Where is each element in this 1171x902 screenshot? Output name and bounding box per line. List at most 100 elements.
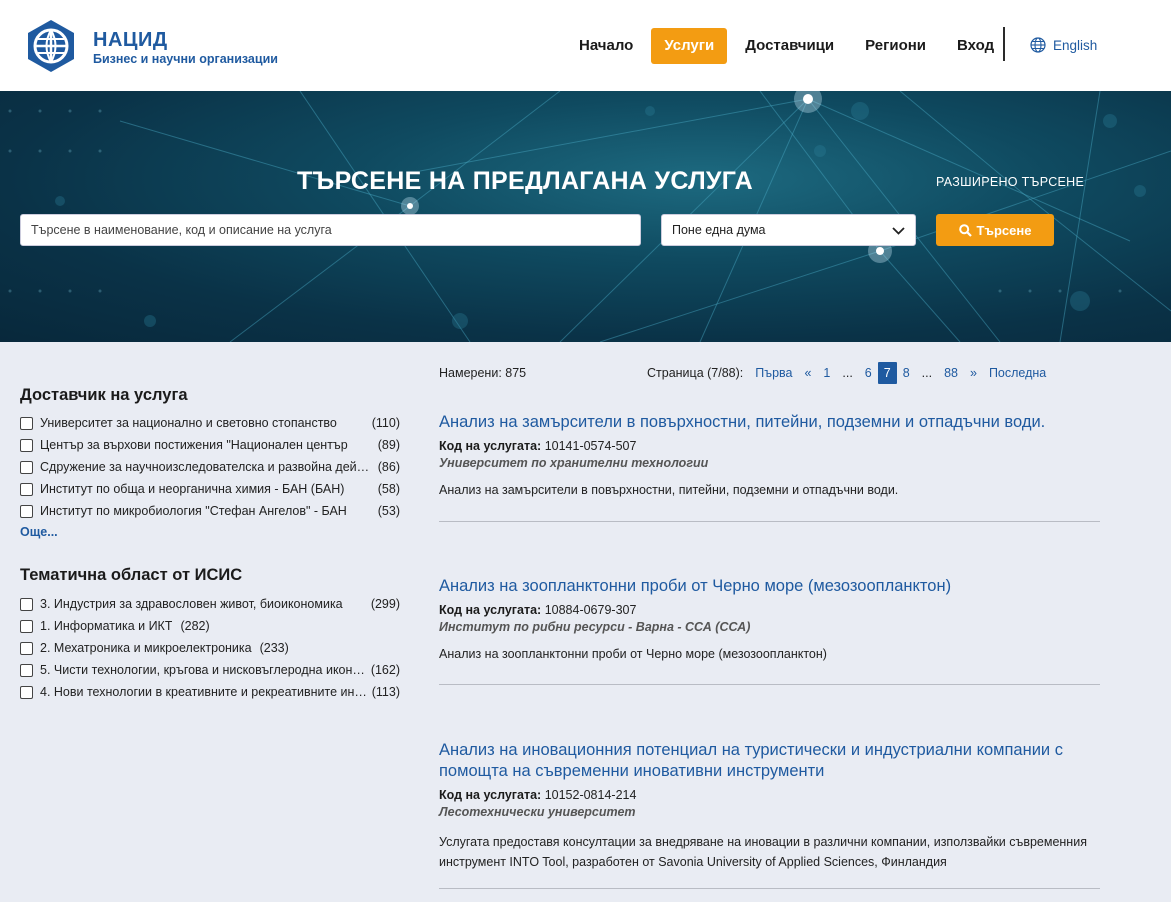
provider-facet-title: Доставчик на услуга xyxy=(20,386,188,404)
result-description: Услугата предоставя консултации за внедр… xyxy=(439,835,1087,869)
brand-subtitle: Бизнес и научни организации xyxy=(93,52,278,66)
result-description: Анализ на зоопланктонни проби от Черно м… xyxy=(439,647,827,661)
checkbox[interactable] xyxy=(20,663,33,677)
area-facet-item[interactable]: 5. Чисти технологии, кръгова и нисковъгл… xyxy=(20,659,400,681)
facet-count: (53) xyxy=(377,504,400,518)
result-divider xyxy=(439,521,1100,522)
facet-count: (282) xyxy=(180,619,210,633)
page-link[interactable]: 1 xyxy=(817,362,836,384)
checkbox[interactable] xyxy=(20,685,33,699)
checkbox[interactable] xyxy=(20,619,33,633)
nav-login[interactable]: Вход xyxy=(944,28,1007,64)
checkbox[interactable] xyxy=(20,438,33,452)
code-value: 10884-0679-307 xyxy=(544,603,637,617)
facet-label: Университет за национално и световно сто… xyxy=(40,416,337,430)
area-facet-item[interactable]: 1. Информатика и ИКТ (282) xyxy=(20,615,400,637)
result-item: Анализ на зоопланктонни проби от Черно м… xyxy=(439,576,1100,664)
page-last-link[interactable]: Последна xyxy=(983,362,1052,384)
result-title-link[interactable]: Анализ на иновационния потенциал на тури… xyxy=(439,740,1100,782)
result-divider xyxy=(439,684,1100,685)
search-input[interactable] xyxy=(20,214,641,246)
area-facet-item[interactable]: 3. Индустрия за здравословен живот, биои… xyxy=(20,593,400,615)
page-current[interactable]: 7 xyxy=(877,362,897,384)
facet-count: (113) xyxy=(371,685,400,699)
result-provider: Университет по хранителни технологии xyxy=(439,456,709,470)
results-count: Намерени: 875 xyxy=(439,366,527,380)
hero-title: ТЪРСЕНЕ НА ПРЕДЛАГАНА УСЛУГА xyxy=(296,167,754,195)
provider-facet-list: Университет за национално и световно сто… xyxy=(20,412,400,522)
checkbox[interactable] xyxy=(20,504,33,518)
search-button[interactable]: Търсене xyxy=(936,214,1054,246)
area-facet-item[interactable]: 2. Мехатроника и микроелектроника (233) xyxy=(20,637,400,659)
facet-label: Сдружение за научноизследователска и раз… xyxy=(40,460,374,474)
facet-count: (299) xyxy=(370,597,400,611)
checkbox[interactable] xyxy=(20,641,33,655)
provider-facet-item[interactable]: Университет за национално и световно сто… xyxy=(20,412,400,434)
result-title-link[interactable]: Анализ на замърсители в повърхностни, пи… xyxy=(439,412,1100,433)
brand-title[interactable]: НАЦИД xyxy=(93,29,168,52)
page-prev-link[interactable]: « xyxy=(798,362,817,384)
search-icon xyxy=(958,223,972,237)
facet-label: 2. Мехатроника и микроелектроника xyxy=(40,641,252,655)
site-header: НАЦИД Бизнес и научни организации Начало… xyxy=(0,0,1171,91)
page-ellipsis: ... xyxy=(842,366,853,380)
advanced-search-link[interactable]: РАЗШИРЕНО ТЪРСЕНЕ xyxy=(936,175,1084,189)
facet-label: 1. Информатика и ИКТ xyxy=(40,619,173,633)
facet-count: (233) xyxy=(259,641,289,655)
facet-count: (58) xyxy=(377,482,400,496)
checkbox[interactable] xyxy=(20,460,33,474)
language-switch[interactable]: English xyxy=(1030,37,1097,53)
match-mode-value: Поне една дума xyxy=(672,223,766,237)
facet-count: (86) xyxy=(377,460,400,474)
code-value: 10141-0574-507 xyxy=(544,439,637,453)
search-hero: ТЪРСЕНЕ НА ПРЕДЛАГАНА УСЛУГА РАЗШИРЕНО Т… xyxy=(0,91,1171,342)
facet-label: Институт по микробиология "Стефан Ангело… xyxy=(40,504,347,518)
page-link[interactable]: 8 xyxy=(897,362,916,384)
code-label: Код на услугата: xyxy=(439,603,542,617)
result-code: Код на услугата: 10884-0679-307 xyxy=(439,603,1100,617)
page-indicator: Страница (7/88): xyxy=(647,366,744,380)
facet-label: 3. Индустрия за здравословен живот, биои… xyxy=(40,597,343,611)
checkbox[interactable] xyxy=(20,597,33,611)
chevron-down-icon xyxy=(892,227,905,235)
nav-divider xyxy=(1003,27,1005,61)
search-button-label: Търсене xyxy=(976,222,1032,238)
area-facet-title: Тематична област от ИСИС xyxy=(20,566,243,584)
facet-count: (162) xyxy=(370,663,400,677)
area-facet-item[interactable]: 4. Нови технологии в креативните и рекре… xyxy=(20,681,400,703)
nav-home[interactable]: Начало xyxy=(566,28,646,64)
page-ellipsis: ... xyxy=(921,366,933,380)
checkbox[interactable] xyxy=(20,482,33,496)
page-link[interactable]: 6 xyxy=(859,362,878,384)
page-link[interactable]: 88 xyxy=(938,362,964,384)
facet-label: Център за върхови постижения "Национален… xyxy=(40,438,348,452)
language-label: English xyxy=(1053,37,1098,53)
facet-label: 4. Нови технологии в креативните и рекре… xyxy=(40,685,368,699)
page-next-link[interactable]: » xyxy=(964,362,983,384)
result-code: Код на услугата: 10141-0574-507 xyxy=(439,439,1100,453)
main-nav: Начало Услуги Доставчици Региони Вход xyxy=(566,28,1012,64)
nav-regions[interactable]: Региони xyxy=(852,28,939,64)
checkbox[interactable] xyxy=(20,416,33,430)
code-value: 10152-0814-214 xyxy=(544,788,637,802)
result-title-link[interactable]: Анализ на зоопланктонни проби от Черно м… xyxy=(439,576,1100,597)
page-first-link[interactable]: Първа xyxy=(749,362,798,384)
result-provider: Лесотехнически университет xyxy=(439,805,636,819)
provider-facet-item[interactable]: Институт по обща и неорганична химия - Б… xyxy=(20,478,400,500)
area-facet-list: 3. Индустрия за здравословен живот, биои… xyxy=(20,593,400,703)
match-mode-select[interactable]: Поне една дума xyxy=(661,214,916,246)
provider-facet-item[interactable]: Институт по микробиология "Стефан Ангело… xyxy=(20,500,400,522)
facet-label: Институт по обща и неорганична химия - Б… xyxy=(40,482,345,496)
result-description: Анализ на замърсители в повърхностни, пи… xyxy=(439,483,899,497)
facet-count: (89) xyxy=(377,438,400,452)
more-providers-link[interactable]: Още... xyxy=(20,525,58,539)
provider-facet-item[interactable]: Център за върхови постижения "Национален… xyxy=(20,434,400,456)
result-item: Анализ на замърсители в повърхностни, пи… xyxy=(439,412,1100,500)
nacid-logo-icon[interactable] xyxy=(24,19,78,73)
nav-providers[interactable]: Доставчици xyxy=(732,28,847,64)
result-code: Код на услугата: 10152-0814-214 xyxy=(439,788,1100,802)
provider-facet-item[interactable]: Сдружение за научноизследователска и раз… xyxy=(20,456,400,478)
facet-count: (110) xyxy=(371,416,400,430)
nav-services[interactable]: Услуги xyxy=(651,28,728,64)
globe-icon xyxy=(1030,37,1046,53)
